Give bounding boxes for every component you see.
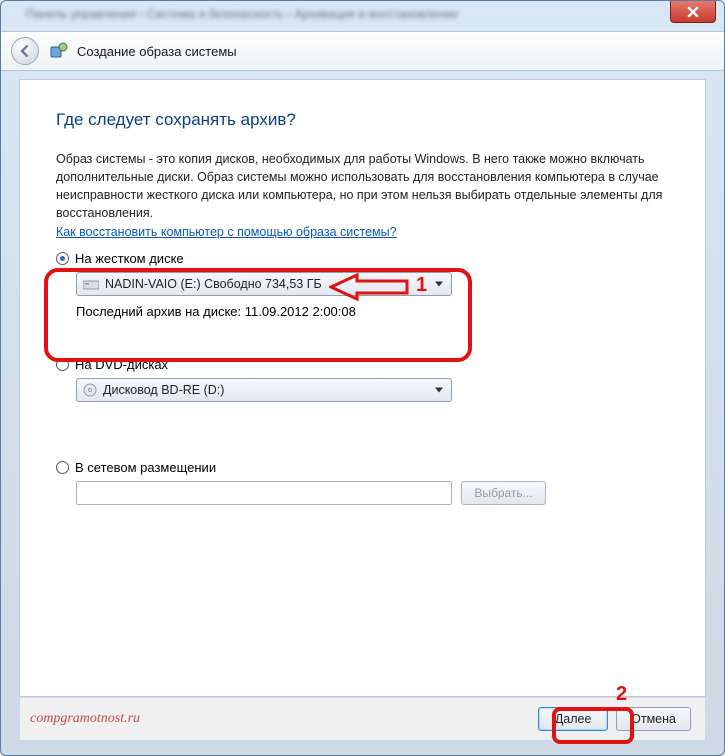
last-archive-line: Последний архив на диске: 11.09.2012 2:0…	[76, 304, 669, 319]
close-icon	[687, 6, 699, 18]
system-image-icon	[49, 41, 69, 61]
radio-harddisk[interactable]	[56, 252, 69, 265]
wizard-window: Панель управления › Система и безопаснос…	[0, 0, 725, 756]
disc-icon	[83, 383, 97, 397]
watermark: compgramotnost.ru	[30, 711, 140, 727]
radio-dvd-label: На DVD-дисках	[75, 357, 168, 372]
radio-network-label: В сетевом размещении	[75, 460, 216, 475]
wizard-title: Создание образа системы	[77, 44, 237, 59]
dvd-dropdown-text: Дисковод BD-RE (D:)	[103, 383, 224, 397]
drive-icon	[83, 278, 99, 290]
radio-network-row[interactable]: В сетевом размещении	[56, 460, 669, 475]
radio-harddisk-label: На жестком диске	[75, 251, 184, 266]
help-link[interactable]: Как восстановить компьютер с помощью обр…	[56, 225, 397, 239]
option-network: В сетевом размещении Выбрать...	[56, 460, 669, 505]
radio-harddisk-row[interactable]: На жестком диске	[56, 251, 669, 266]
inner-panel: Где следует сохранять архив? Образ систе…	[19, 79, 706, 697]
breadcrumb: Панель управления › Система и безопаснос…	[26, 7, 576, 25]
harddisk-dropdown[interactable]: NADIN-VAIO (E:) Свободно 734,53 ГБ	[76, 272, 452, 296]
dvd-dropdown[interactable]: Дисковод BD-RE (D:)	[76, 378, 452, 402]
radio-network[interactable]	[56, 461, 69, 474]
browse-button[interactable]: Выбрать...	[461, 481, 545, 505]
option-harddisk: На жестком диске NADIN-VAIO (E:) Свободн…	[56, 251, 669, 319]
cancel-button[interactable]: Отмена	[616, 707, 691, 731]
radio-dvd[interactable]	[56, 358, 69, 371]
description-text: Образ системы - это копия дисков, необхо…	[56, 150, 669, 223]
last-archive-label: Последний архив на диске:	[76, 304, 241, 319]
wizard-header: Создание образа системы	[1, 31, 724, 71]
content-area: Где следует сохранять архив? Образ систе…	[20, 80, 705, 515]
titlebar: Панель управления › Система и безопаснос…	[1, 1, 724, 31]
page-heading: Где следует сохранять архив?	[56, 110, 669, 130]
chevron-down-icon	[435, 281, 443, 286]
arrow-left-icon	[19, 45, 31, 57]
footer-bar: compgramotnost.ru Далее Отмена	[19, 697, 706, 741]
network-path-input[interactable]	[76, 481, 452, 505]
chevron-down-icon	[435, 387, 443, 392]
network-path-row: Выбрать...	[56, 481, 669, 505]
option-dvd: На DVD-дисках Дисковод BD-RE (D:)	[56, 357, 669, 402]
next-button[interactable]: Далее	[538, 707, 608, 731]
last-archive-value: 11.09.2012 2:00:08	[245, 304, 356, 319]
back-button[interactable]	[11, 37, 39, 65]
close-button[interactable]	[670, 1, 716, 23]
radio-dvd-row[interactable]: На DVD-дисках	[56, 357, 669, 372]
harddisk-dropdown-text: NADIN-VAIO (E:) Свободно 734,53 ГБ	[105, 277, 322, 291]
